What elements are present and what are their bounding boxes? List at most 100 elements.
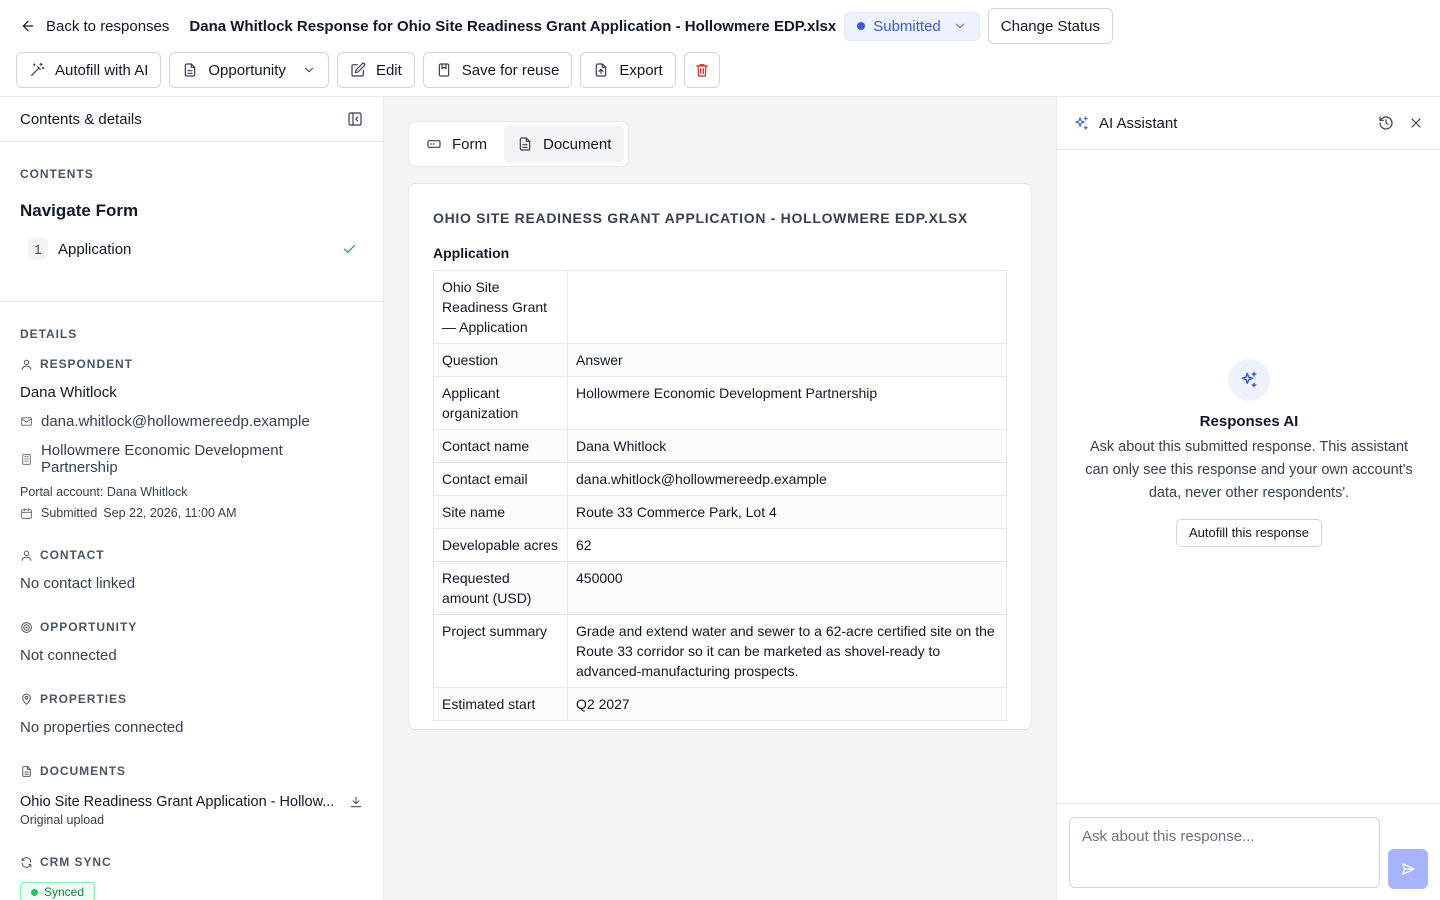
table-cell-question: Project summary	[433, 614, 568, 688]
table-cell-answer: Route 33 Commerce Park, Lot 4	[567, 495, 1007, 529]
table-row: Estimated start Q2 2027	[433, 687, 1007, 721]
edit-button[interactable]: Edit	[336, 52, 415, 88]
download-icon[interactable]	[349, 795, 363, 809]
table-cell-answer: Hollowmere Economic Development Partners…	[567, 376, 1007, 430]
main-content: Form Document OHIO SITE READINESS GRANT …	[384, 97, 1056, 900]
delete-button[interactable]	[683, 52, 720, 88]
bookmark-icon	[436, 62, 452, 78]
export-button[interactable]: Export	[580, 52, 676, 88]
ai-badge	[1228, 359, 1270, 401]
application-table: Ohio Site Readiness Grant — Application …	[433, 270, 1007, 721]
document-section-title: Application	[433, 245, 510, 261]
refresh-icon	[20, 856, 33, 869]
opportunity-dropdown[interactable]: Opportunity	[169, 52, 329, 88]
chevron-down-icon	[953, 19, 967, 33]
table-cell-question: Ohio Site Readiness Grant — Application	[433, 270, 568, 344]
user-icon	[20, 358, 33, 371]
table-row: Site name Route 33 Commerce Park, Lot 4	[433, 495, 1007, 529]
target-icon	[20, 621, 33, 634]
table-cell-answer: dana.whitlock@hollowmereedp.example	[567, 462, 1007, 496]
tab-document[interactable]: Document	[504, 125, 625, 163]
table-cell-answer: 62	[567, 528, 1007, 562]
table-cell-answer: Answer	[567, 343, 1007, 377]
form-input-icon	[426, 136, 442, 152]
submitted-row: Submitted Sep 22, 2026, 11:00 AM	[20, 506, 363, 520]
edit-icon	[350, 62, 366, 78]
details-section: DETAILS RESPONDENT Dana Whitlock dana.wh…	[0, 302, 383, 900]
magic-wand-icon	[29, 62, 45, 78]
status-dropdown[interactable]: Submitted	[844, 11, 980, 41]
properties-value: No properties connected	[20, 719, 184, 736]
properties-label: PROPERTIES	[40, 692, 127, 706]
change-status-button[interactable]: Change Status	[987, 8, 1114, 44]
opportunity-label: Opportunity	[208, 61, 286, 79]
table-row: Question Answer	[433, 343, 1007, 377]
table-cell-question: Contact name	[433, 429, 568, 463]
table-row: Applicant organization Hollowmere Economi…	[433, 376, 1007, 430]
contents-section: CONTENTS Navigate Form 1 Application	[0, 142, 383, 302]
table-row: Requested amount (USD) 450000	[433, 561, 1007, 615]
change-status-label: Change Status	[1000, 17, 1101, 35]
page-header: Back to responses Dana Whitlock Response…	[0, 0, 1440, 97]
table-cell-answer: Q2 2027	[567, 687, 1007, 721]
respondent-email-row: dana.whitlock@hollowmereedp.example	[20, 413, 363, 430]
crm-sync-heading: CRM SYNC	[20, 855, 363, 869]
document-icon	[517, 136, 533, 152]
contact-label: CONTACT	[40, 548, 105, 562]
submitted-date: Sep 22, 2026, 11:00 AM	[103, 506, 237, 520]
table-cell-question: Contact email	[433, 462, 568, 496]
synced-dot-icon	[31, 888, 38, 896]
document-icon	[182, 62, 198, 78]
sidebar-title: Contents & details	[20, 110, 142, 128]
save-for-reuse-label: Save for reuse	[461, 61, 560, 79]
navigate-form-title: Navigate Form	[20, 201, 139, 220]
sidebar-header: Contents & details	[0, 97, 383, 142]
table-cell-answer: Grade and extend water and sewer to a 62…	[567, 614, 1007, 688]
tab-form[interactable]: Form	[413, 125, 500, 163]
contents-label: CONTENTS	[20, 167, 94, 181]
nav-item-application[interactable]: 1 Application	[20, 235, 363, 263]
respondent-org: Hollowmere Economic Development Partners…	[40, 442, 283, 476]
table-row: Contact name Dana Whitlock	[433, 429, 1007, 463]
collapse-panel-icon[interactable]	[347, 111, 363, 127]
nav-item-label: Application	[58, 240, 132, 258]
page-title: Dana Whitlock Response for Ohio Site Rea…	[189, 17, 837, 35]
ai-message-input[interactable]	[1069, 817, 1380, 888]
documents-heading: DOCUMENTS	[20, 764, 363, 778]
ai-empty-title: Responses AI	[1199, 413, 1299, 430]
document-item[interactable]: Ohio Site Readiness Grant Application - …	[20, 794, 363, 810]
close-icon[interactable]	[1408, 115, 1424, 131]
document-title: OHIO SITE READINESS GRANT APPLICATION - …	[433, 210, 968, 226]
mail-icon	[20, 415, 33, 428]
trash-icon	[694, 62, 710, 78]
autofill-ai-button[interactable]: Autofill with AI	[16, 52, 162, 88]
save-for-reuse-button[interactable]: Save for reuse	[422, 52, 573, 88]
table-cell-question: Site name	[433, 495, 568, 529]
edit-label: Edit	[375, 61, 402, 79]
history-icon[interactable]	[1378, 115, 1394, 131]
submitted-label: Submitted	[41, 506, 98, 520]
back-to-responses-link[interactable]: Back to responses	[12, 12, 177, 41]
file-export-icon	[593, 62, 609, 78]
ai-empty-state: Responses AI Ask about this submitted re…	[1057, 359, 1440, 547]
view-tabs: Form Document	[408, 121, 630, 167]
document-preview: OHIO SITE READINESS GRANT APPLICATION - …	[408, 183, 1032, 730]
send-button[interactable]	[1388, 849, 1428, 889]
table-cell-answer: Dana Whitlock	[567, 429, 1007, 463]
ai-assistant-panel: AI Assistant Responses AI Ask about this…	[1056, 97, 1440, 900]
respondent-name: Dana Whitlock	[20, 384, 117, 401]
autofill-ai-label: Autofill with AI	[55, 61, 149, 79]
table-row: Project summary Grade and extend water an…	[433, 614, 1007, 688]
respondent-label: RESPONDENT	[40, 357, 133, 371]
properties-heading: PROPERTIES	[20, 692, 363, 706]
document-icon	[20, 765, 33, 778]
documents-label: DOCUMENTS	[40, 764, 126, 778]
opportunity-label: OPPORTUNITY	[40, 620, 138, 634]
autofill-response-button[interactable]: Autofill this response	[1176, 519, 1322, 547]
tab-document-label: Document	[543, 135, 612, 153]
arrow-left-icon	[20, 18, 36, 34]
calendar-icon	[20, 507, 33, 520]
table-row: Ohio Site Readiness Grant — Application	[433, 270, 1007, 344]
sparkles-icon	[1239, 370, 1259, 390]
respondent-org-row: Hollowmere Economic Development Partners…	[20, 442, 363, 476]
